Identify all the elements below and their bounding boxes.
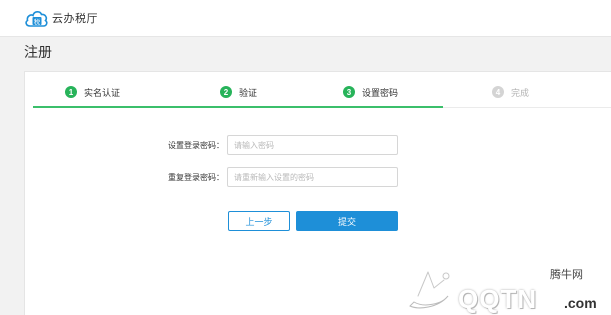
step-label: 设置密码 <box>362 88 399 99</box>
top-bar: 税 云办税厅 <box>0 0 611 37</box>
svg-text:税: 税 <box>34 16 41 25</box>
step-label: 完成 <box>511 88 530 99</box>
watermark-brand: QQTN <box>458 284 538 314</box>
app-name: 云办税厅 <box>52 12 98 25</box>
watermark-site-name: 腾牛网 <box>550 268 583 281</box>
brand[interactable]: 税 云办税厅 <box>24 6 98 30</box>
step-number: 1 <box>65 86 77 98</box>
progress-track <box>443 107 611 108</box>
watermark-logo-icon <box>409 270 450 309</box>
step-indicator: 1 实名认证 2 验证 3 设置密码 4 完成 <box>25 72 611 108</box>
step-4: 4 完成 <box>492 85 529 99</box>
step-label: 实名认证 <box>84 88 121 99</box>
cloud-tax-logo-icon: 税 <box>24 8 49 29</box>
step-number: 3 <box>343 86 355 98</box>
progress-bar <box>33 106 443 108</box>
step-2: 2 验证 <box>220 85 257 99</box>
confirm-password-input[interactable] <box>227 167 398 187</box>
step-number: 4 <box>492 86 504 98</box>
password-row: 设置登录密码： <box>142 135 398 155</box>
step-1: 1 实名认证 <box>65 85 120 99</box>
confirm-password-row: 重复登录密码： <box>142 167 398 187</box>
step-label: 验证 <box>239 88 258 99</box>
password-label: 设置登录密码： <box>168 140 224 150</box>
step-number: 2 <box>220 86 232 98</box>
confirm-password-label: 重复登录密码： <box>168 172 224 182</box>
page-title: 注册 <box>24 45 52 61</box>
watermark: 腾牛网 QQTN .com <box>404 262 611 314</box>
submit-button[interactable]: 提交 <box>296 211 398 231</box>
watermark-domain: .com <box>564 295 597 311</box>
previous-step-button[interactable]: 上一步 <box>228 211 290 231</box>
password-input[interactable] <box>227 135 398 155</box>
step-3: 3 设置密码 <box>343 85 398 99</box>
